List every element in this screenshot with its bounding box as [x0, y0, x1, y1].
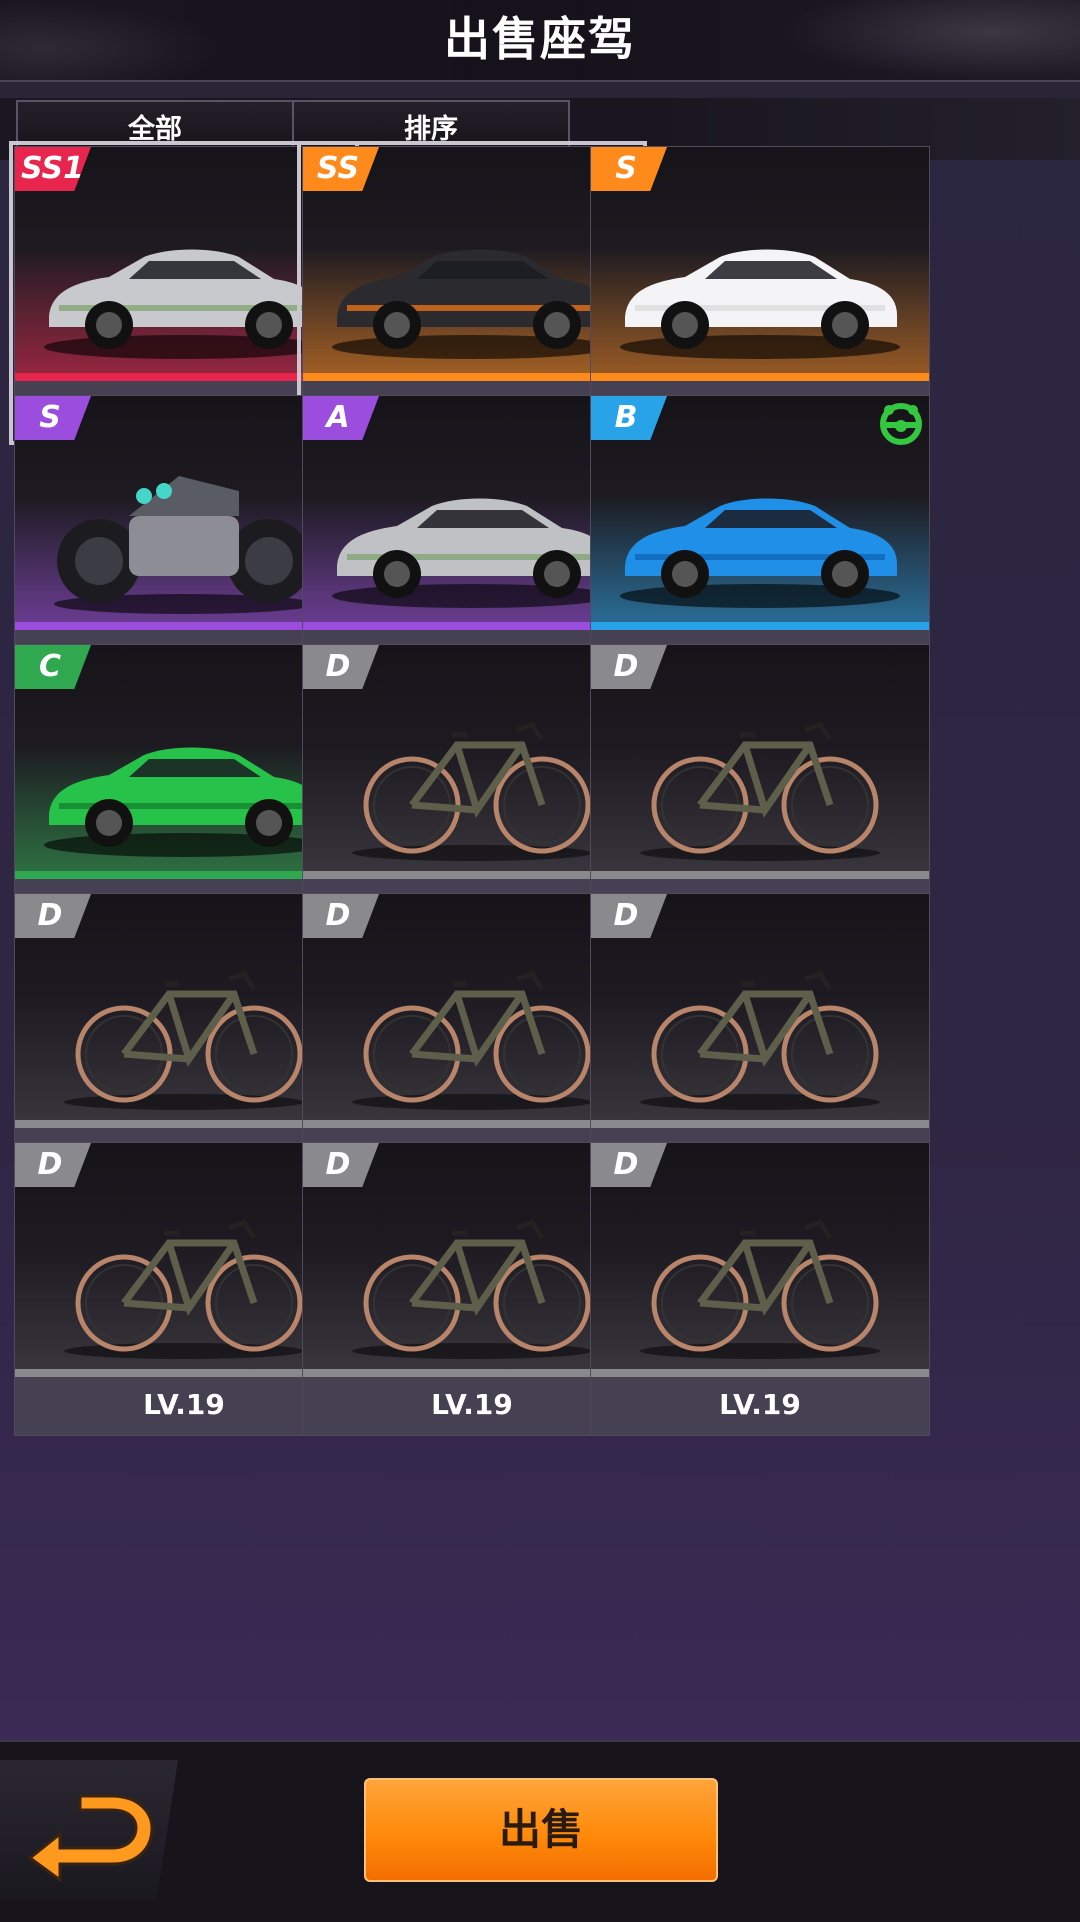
grade-label: S	[39, 400, 61, 435]
vehicle-image	[605, 1183, 915, 1363]
grade-label: D	[613, 649, 639, 684]
vehicle-image	[29, 685, 339, 865]
grade-label: B	[614, 400, 638, 435]
vehicle-image	[29, 436, 339, 616]
vehicle-image	[317, 1183, 627, 1363]
vehicle-level: LV.19	[591, 1377, 929, 1435]
grade-label: C	[38, 649, 62, 684]
vehicle-image	[605, 685, 915, 865]
vehicle-image	[29, 934, 339, 1114]
vehicle-image	[317, 934, 627, 1114]
vehicle-image	[29, 187, 339, 367]
back-button[interactable]	[0, 1760, 178, 1900]
vehicle-image	[605, 436, 915, 616]
grade-stripe	[591, 1369, 929, 1377]
steering-wheel-icon	[880, 403, 922, 445]
grade-label: D	[325, 898, 351, 933]
grade-label: D	[613, 898, 639, 933]
grade-label: SS	[316, 151, 360, 186]
grade-stripe	[591, 373, 929, 381]
grade-label: SS1	[21, 151, 85, 186]
vehicle-image	[317, 187, 627, 367]
vehicle-card[interactable]: D LV.19	[590, 1142, 930, 1436]
grade-label: D	[37, 1147, 63, 1182]
page-title: 出售座驾	[444, 12, 636, 66]
vehicle-image	[605, 187, 915, 367]
grade-label: D	[613, 1147, 639, 1182]
grade-stripe	[591, 622, 929, 630]
vehicle-image	[317, 685, 627, 865]
grade-stripe	[591, 871, 929, 879]
grade-label: S	[615, 151, 637, 186]
sell-button[interactable]: 出售	[364, 1778, 718, 1882]
grade-stripe	[591, 1120, 929, 1128]
vehicle-image	[605, 934, 915, 1114]
grade-label: D	[325, 1147, 351, 1182]
vehicle-image	[317, 436, 627, 616]
grade-label: D	[37, 898, 63, 933]
vehicle-image	[29, 1183, 339, 1363]
grade-label: D	[325, 649, 351, 684]
back-arrow-icon	[27, 1794, 154, 1883]
grade-label: A	[326, 400, 350, 435]
